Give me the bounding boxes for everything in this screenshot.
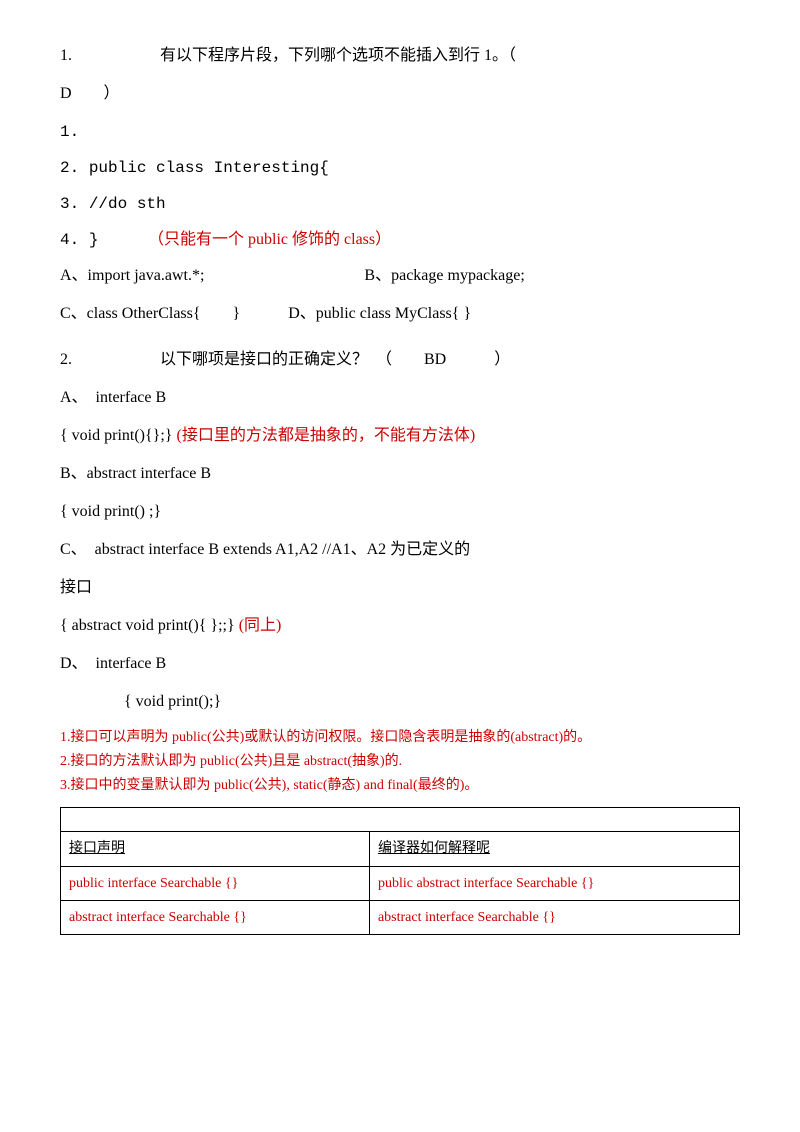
table-cell-1-2: public abstract interface Searchable {} (369, 866, 739, 900)
q2-option-c-label: C、 abstract interface B extends A1,A2 //… (60, 534, 740, 566)
notes-block: 1.接口可以声明为 public(公共)或默认的访问权限。接口隐含表明是抽象的(… (60, 726, 740, 797)
q2-option-b-label: B、abstract interface B (60, 458, 740, 490)
q2-option-c-body: { abstract void print(){ };;} (同上) (60, 610, 740, 642)
note-2: 2.接口的方法默认即为 public(公共)且是 abstract(抽象)的. (60, 750, 740, 774)
q2-option-b-body: { void print() ;} (60, 496, 740, 528)
q2-number: 2. (60, 351, 72, 368)
question-2: 2. 以下哪项是接口的正确定义？ （ BD ） A、 interface B {… (60, 344, 740, 718)
q1-option-ab: A、import java.awt.*; B、package mypackage… (60, 260, 740, 292)
q1-option-cd: C、class OtherClass{ } D、public class MyC… (60, 298, 740, 330)
table-cell-2-2: abstract interface Searchable {} (369, 900, 739, 934)
table-header-row: 接口声明 编译器如何解释呢 (61, 832, 740, 866)
table-cell-1-1: public interface Searchable {} (61, 866, 370, 900)
q1-line3: 3. //do sth (60, 188, 740, 220)
q1-number: 1. (60, 47, 72, 64)
q2-option-d-body: { void print();} (60, 686, 740, 718)
q1-title: 1. 有以下程序片段，下列哪个选项不能插入到行 1。（ (60, 40, 740, 72)
note-1: 1.接口可以声明为 public(公共)或默认的访问权限。接口隐含表明是抽象的(… (60, 726, 740, 750)
q1-line2: 2. public class Interesting{ (60, 152, 740, 184)
table-cell-2-1: abstract interface Searchable {} (61, 900, 370, 934)
q2-option-a-label: A、 interface B (60, 382, 740, 414)
q1-answer: D ） (60, 78, 740, 110)
q2-option-a-body: { void print(){};} (接口里的方法都是抽象的，不能有方法体) (60, 420, 740, 452)
q1-line1: 1. (60, 116, 740, 148)
table-empty-row (61, 808, 740, 832)
col-header-1: 接口声明 (61, 832, 370, 866)
col-header-2: 编译器如何解释呢 (369, 832, 739, 866)
question-1: 1. 有以下程序片段，下列哪个选项不能插入到行 1。（ D ） 1. 2. pu… (60, 40, 740, 330)
q2-option-d-label: D、 interface B (60, 648, 740, 680)
q2-title: 2. 以下哪项是接口的正确定义？ （ BD ） (60, 344, 740, 376)
interface-table: 接口声明 编译器如何解释呢 public interface Searchabl… (60, 807, 740, 935)
q1-line4: 4. } （只能有一个 public 修饰的 class） (60, 224, 740, 256)
table-row-1: public interface Searchable {} public ab… (61, 866, 740, 900)
q2-option-c-label2: 接口 (60, 572, 740, 604)
note-3: 3.接口中的变量默认即为 public(公共), static(静态) and … (60, 774, 740, 798)
interface-table-wrapper: 接口声明 编译器如何解释呢 public interface Searchabl… (60, 807, 740, 935)
table-row-2: abstract interface Searchable {} abstrac… (61, 900, 740, 934)
